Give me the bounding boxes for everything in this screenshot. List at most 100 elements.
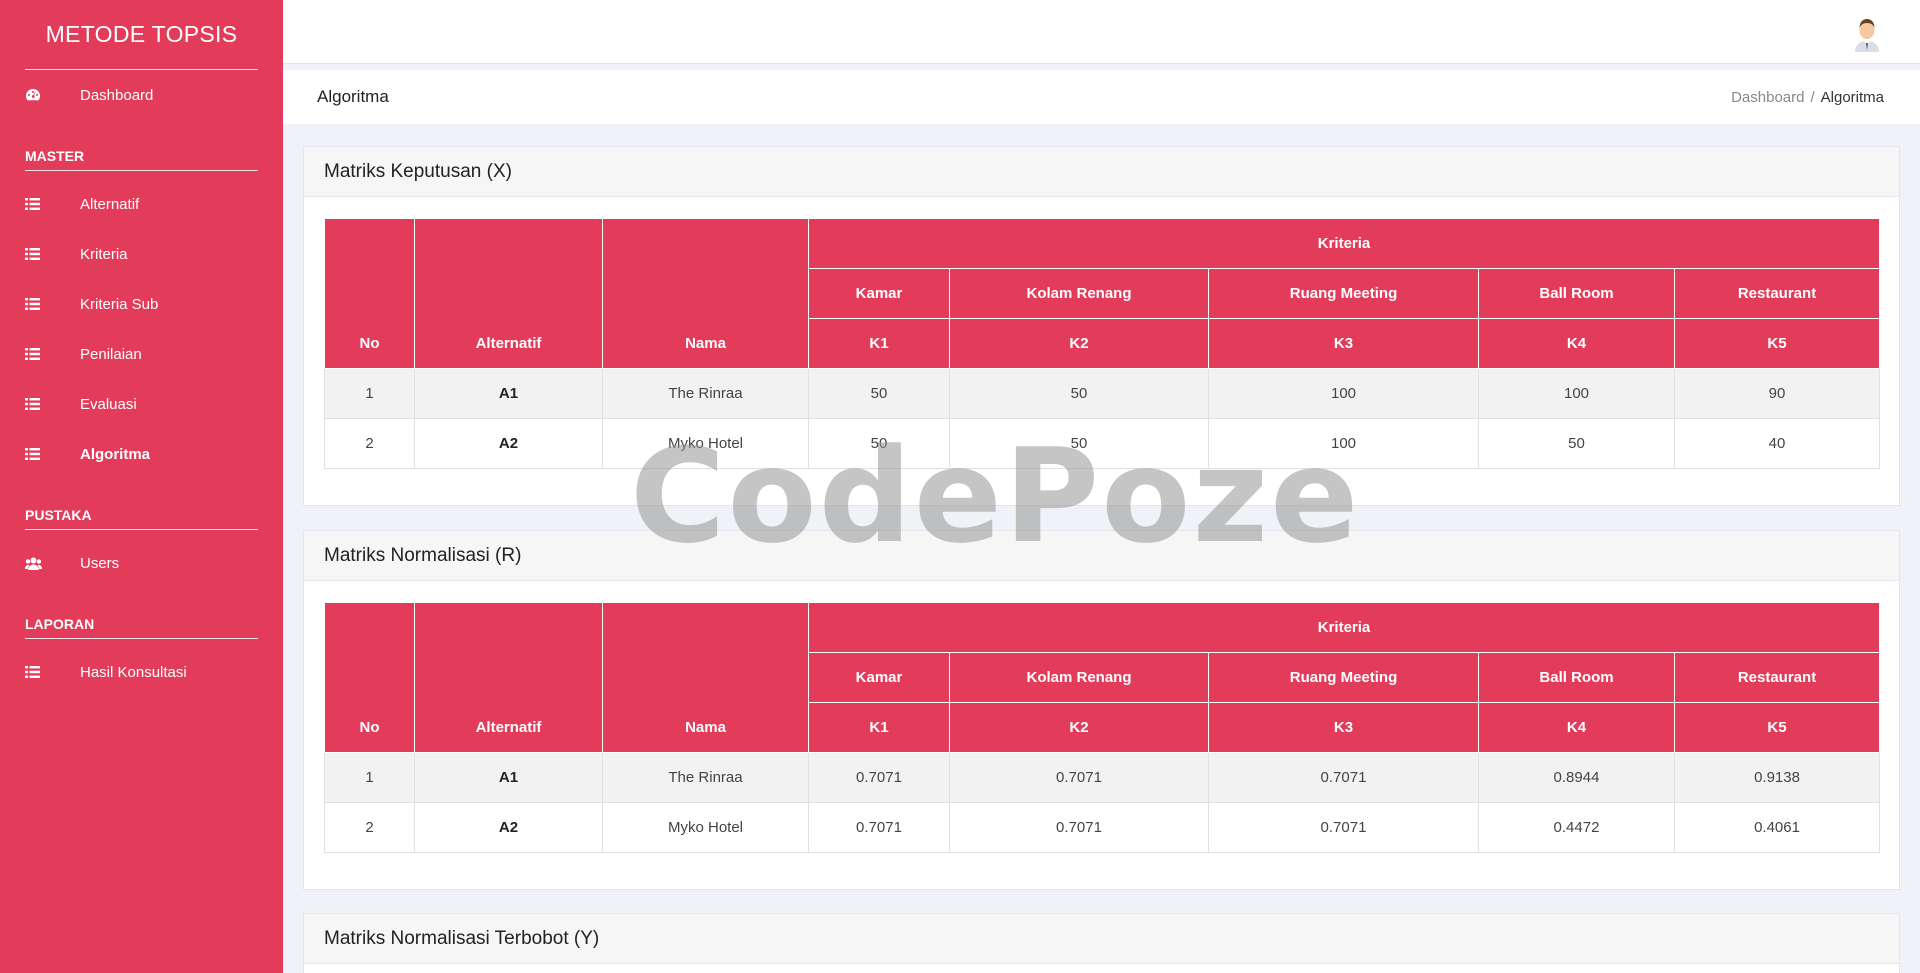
sidebar-item-label: Kriteria	[80, 245, 128, 263]
card-title: Matriks Keputusan (X)	[304, 147, 1899, 197]
cell-no: 1	[324, 368, 415, 419]
page-title: Algoritma	[317, 87, 389, 106]
cell-nama: The Rinraa	[602, 752, 809, 803]
header-criteria-name: Ruang Meeting	[1208, 652, 1479, 703]
header-criteria-name: Restaurant	[1673, 268, 1881, 319]
header-alternatif: Alternatif	[414, 218, 603, 369]
table-row: 1 A1 The Rinraa 50 50 100 100 90	[324, 368, 1881, 419]
cell-value: 50	[1478, 418, 1675, 469]
header-criteria-code: K3	[1208, 318, 1479, 369]
sidebar-item-algoritma[interactable]: Algoritma	[0, 429, 283, 479]
list-icon	[25, 666, 80, 678]
card-title: Matriks Normalisasi (R)	[304, 531, 1899, 581]
dashboard-icon	[25, 88, 80, 102]
header-criteria-name: Kamar	[808, 268, 950, 319]
sidebar-item-label: Evaluasi	[80, 395, 137, 413]
list-icon	[25, 448, 80, 460]
cell-value: 0.7071	[808, 752, 950, 803]
sidebar-item-label: Users	[80, 554, 120, 572]
avatar[interactable]	[1850, 16, 1884, 52]
cell-alternatif: A2	[414, 802, 603, 853]
sidebar-item-label: Dashboard	[80, 86, 154, 104]
breadcrumb-home[interactable]: Dashboard	[1731, 89, 1804, 106]
cell-value: 100	[1478, 368, 1675, 419]
table-row: 1 A1 The Rinraa 0.7071 0.7071 0.7071 0.8…	[324, 752, 1881, 803]
header-kriteria: Kriteria	[807, 218, 1881, 269]
header-no: No	[324, 218, 415, 369]
header-criteria-name: Ruang Meeting	[1208, 268, 1479, 319]
list-icon	[25, 348, 80, 360]
divider	[25, 638, 258, 639]
sidebar-item-label: Kriteria Sub	[80, 295, 159, 313]
cell-value: 100	[1208, 418, 1479, 469]
cell-value: 50	[808, 418, 950, 469]
section-master: MASTER	[25, 148, 85, 164]
cell-alternatif: A2	[414, 418, 603, 469]
brand-title[interactable]: METODE TOPSIS	[0, 0, 283, 69]
header-criteria-name: Restaurant	[1673, 652, 1881, 703]
cell-nama: Myko Hotel	[602, 802, 809, 853]
header-nama: Nama	[602, 218, 809, 369]
header-criteria-name: Kolam Renang	[949, 652, 1209, 703]
cell-value: 50	[949, 368, 1209, 419]
list-icon	[25, 198, 80, 210]
cell-no: 1	[324, 752, 415, 803]
cell-value: 0.7071	[808, 802, 950, 853]
cell-value: 0.7071	[949, 752, 1209, 803]
decision-matrix-table: No Alternatif Nama Kriteria Kamar Kolam …	[324, 218, 1881, 469]
header-criteria-name: Ball Room	[1478, 268, 1675, 319]
header-nama: Nama	[602, 602, 809, 753]
header-criteria-name: Kamar	[808, 652, 950, 703]
cell-value: 0.7071	[1208, 802, 1479, 853]
breadcrumb-current: Algoritma	[1820, 88, 1884, 106]
header-criteria-code: K5	[1673, 702, 1881, 753]
header-criteria-code: K2	[949, 702, 1209, 753]
breadcrumb-separator: /	[1810, 88, 1815, 106]
cell-value: 50	[808, 368, 950, 419]
top-bar	[283, 0, 1920, 64]
header-criteria-code: K5	[1673, 318, 1881, 369]
normalized-matrix-table: No Alternatif Nama Kriteria Kamar Kolam …	[324, 602, 1881, 853]
sidebar-item-kriteria[interactable]: Kriteria	[0, 229, 283, 279]
cell-value: 0.9138	[1673, 752, 1881, 803]
cell-nama: The Rinraa	[602, 368, 809, 419]
card-matriks-normalisasi-terbobot: Matriks Normalisasi Terbobot (Y)	[303, 913, 1900, 973]
card-matriks-keputusan: Matriks Keputusan (X) No Alternatif Nama…	[303, 146, 1900, 506]
divider	[25, 170, 258, 171]
cell-value: 0.4472	[1478, 802, 1675, 853]
sidebar-item-dashboard[interactable]: Dashboard	[0, 70, 283, 120]
table-row: 2 A2 Myko Hotel 0.7071 0.7071 0.7071 0.4…	[324, 802, 1881, 853]
sidebar-item-label: Alternatif	[80, 195, 140, 213]
card-title: Matriks Normalisasi Terbobot (Y)	[304, 914, 1899, 964]
sidebar-item-alternatif[interactable]: Alternatif	[0, 179, 283, 229]
sidebar-item-evaluasi[interactable]: Evaluasi	[0, 379, 283, 429]
section-pustaka: PUSTAKA	[25, 507, 92, 523]
cell-alternatif: A1	[414, 752, 603, 803]
cell-no: 2	[324, 418, 415, 469]
breadcrumb: Dashboard / Algoritma	[1731, 89, 1884, 106]
card-matriks-normalisasi: Matriks Normalisasi (R) No Alternatif Na…	[303, 530, 1900, 890]
sidebar-item-hasil-konsultasi[interactable]: Hasil Konsultasi	[0, 647, 283, 697]
cell-value: 100	[1208, 368, 1479, 419]
sidebar-item-kriteria-sub[interactable]: Kriteria Sub	[0, 279, 283, 329]
header-criteria-code: K1	[808, 702, 950, 753]
page-header: Algoritma Dashboard / Algoritma	[283, 70, 1920, 124]
sidebar-item-users[interactable]: Users	[0, 538, 283, 588]
cell-nama: Myko Hotel	[602, 418, 809, 469]
cell-value: 0.4061	[1673, 802, 1881, 853]
header-criteria-code: K2	[949, 318, 1209, 369]
cell-value: 0.8944	[1478, 752, 1675, 803]
sidebar-item-penilaian[interactable]: Penilaian	[0, 329, 283, 379]
header-no: No	[324, 602, 415, 753]
header-criteria-name: Kolam Renang	[949, 268, 1209, 319]
list-icon	[25, 398, 80, 410]
cell-value: 0.7071	[949, 802, 1209, 853]
cell-no: 2	[324, 802, 415, 853]
header-alternatif: Alternatif	[414, 602, 603, 753]
header-criteria-name: Ball Room	[1478, 652, 1675, 703]
sidebar-item-label: Algoritma	[80, 445, 151, 463]
sidebar: METODE TOPSIS Dashboard MASTER Alternati…	[0, 0, 283, 973]
header-criteria-code: K1	[808, 318, 950, 369]
sidebar-item-label: Hasil Konsultasi	[80, 663, 187, 681]
users-icon	[25, 557, 80, 570]
